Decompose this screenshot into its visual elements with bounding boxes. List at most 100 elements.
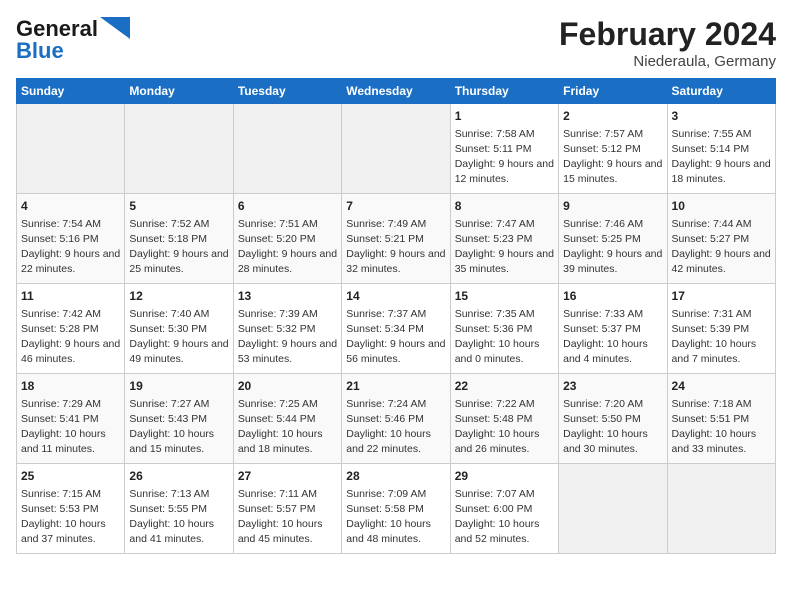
- cell-content: Sunrise: 7:58 AM Sunset: 5:11 PM Dayligh…: [455, 127, 554, 188]
- title-area: February 2024 Niederaula, Germany: [559, 16, 776, 70]
- calendar-row: 18 Sunrise: 7:29 AM Sunset: 5:41 PM Dayli…: [17, 374, 776, 464]
- calendar-header-row: SundayMondayTuesdayWednesdayThursdayFrid…: [17, 79, 776, 104]
- calendar-cell: 16 Sunrise: 7:33 AM Sunset: 5:37 PM Dayli…: [559, 284, 667, 374]
- calendar-cell: [233, 104, 341, 194]
- day-number: 2: [563, 108, 662, 125]
- calendar-row: 1Sunrise: 7:58 AM Sunset: 5:11 PM Daylig…: [17, 104, 776, 194]
- day-number: 25: [21, 468, 120, 485]
- day-number: 20: [238, 378, 337, 395]
- cell-content: Sunrise: 7:25 AM Sunset: 5:44 PM Dayligh…: [238, 397, 337, 458]
- calendar-cell: 2 Sunrise: 7:57 AM Sunset: 5:12 PM Daylig…: [559, 104, 667, 194]
- calendar-cell: 26 Sunrise: 7:13 AM Sunset: 5:55 PM Dayli…: [125, 464, 233, 554]
- calendar-cell: 19 Sunrise: 7:27 AM Sunset: 5:43 PM Dayli…: [125, 374, 233, 464]
- calendar-cell: 13 Sunrise: 7:39 AM Sunset: 5:32 PM Dayli…: [233, 284, 341, 374]
- cell-content: Sunrise: 7:35 AM Sunset: 5:36 PM Dayligh…: [455, 307, 554, 368]
- day-number: 18: [21, 378, 120, 395]
- calendar-cell: 8 Sunrise: 7:47 AM Sunset: 5:23 PM Daylig…: [450, 194, 558, 284]
- logo-arrow-icon: [100, 17, 130, 39]
- cell-content: Sunrise: 7:20 AM Sunset: 5:50 PM Dayligh…: [563, 397, 662, 458]
- day-number: 29: [455, 468, 554, 485]
- cell-content: Sunrise: 7:46 AM Sunset: 5:25 PM Dayligh…: [563, 217, 662, 278]
- calendar-cell: 20 Sunrise: 7:25 AM Sunset: 5:44 PM Dayli…: [233, 374, 341, 464]
- column-header-friday: Friday: [559, 79, 667, 104]
- cell-content: Sunrise: 7:55 AM Sunset: 5:14 PM Dayligh…: [672, 127, 771, 188]
- calendar-table: SundayMondayTuesdayWednesdayThursdayFrid…: [16, 78, 776, 554]
- day-number: 5: [129, 198, 228, 215]
- day-number: 15: [455, 288, 554, 305]
- cell-content: Sunrise: 7:29 AM Sunset: 5:41 PM Dayligh…: [21, 397, 120, 458]
- calendar-row: 25 Sunrise: 7:15 AM Sunset: 5:53 PM Dayli…: [17, 464, 776, 554]
- day-number: 16: [563, 288, 662, 305]
- page-title: February 2024: [559, 16, 776, 53]
- calendar-cell: 22Sunrise: 7:22 AM Sunset: 5:48 PM Dayli…: [450, 374, 558, 464]
- calendar-cell: 25 Sunrise: 7:15 AM Sunset: 5:53 PM Dayli…: [17, 464, 125, 554]
- day-number: 10: [672, 198, 771, 215]
- calendar-cell: 23 Sunrise: 7:20 AM Sunset: 5:50 PM Dayli…: [559, 374, 667, 464]
- cell-content: Sunrise: 7:15 AM Sunset: 5:53 PM Dayligh…: [21, 487, 120, 548]
- calendar-cell: 14Sunrise: 7:37 AM Sunset: 5:34 PM Dayli…: [342, 284, 450, 374]
- cell-content: Sunrise: 7:44 AM Sunset: 5:27 PM Dayligh…: [672, 217, 771, 278]
- day-number: 14: [346, 288, 445, 305]
- cell-content: Sunrise: 7:40 AM Sunset: 5:30 PM Dayligh…: [129, 307, 228, 368]
- column-header-saturday: Saturday: [667, 79, 775, 104]
- column-header-wednesday: Wednesday: [342, 79, 450, 104]
- calendar-cell: 9 Sunrise: 7:46 AM Sunset: 5:25 PM Daylig…: [559, 194, 667, 284]
- day-number: 21: [346, 378, 445, 395]
- cell-content: Sunrise: 7:33 AM Sunset: 5:37 PM Dayligh…: [563, 307, 662, 368]
- day-number: 27: [238, 468, 337, 485]
- calendar-cell: 6Sunrise: 7:51 AM Sunset: 5:20 PM Daylig…: [233, 194, 341, 284]
- day-number: 28: [346, 468, 445, 485]
- calendar-cell: 15 Sunrise: 7:35 AM Sunset: 5:36 PM Dayli…: [450, 284, 558, 374]
- cell-content: Sunrise: 7:27 AM Sunset: 5:43 PM Dayligh…: [129, 397, 228, 458]
- cell-content: Sunrise: 7:18 AM Sunset: 5:51 PM Dayligh…: [672, 397, 771, 458]
- cell-content: Sunrise: 7:47 AM Sunset: 5:23 PM Dayligh…: [455, 217, 554, 278]
- calendar-cell: 12 Sunrise: 7:40 AM Sunset: 5:30 PM Dayli…: [125, 284, 233, 374]
- day-number: 26: [129, 468, 228, 485]
- cell-content: Sunrise: 7:39 AM Sunset: 5:32 PM Dayligh…: [238, 307, 337, 368]
- cell-content: Sunrise: 7:42 AM Sunset: 5:28 PM Dayligh…: [21, 307, 120, 368]
- cell-content: Sunrise: 7:57 AM Sunset: 5:12 PM Dayligh…: [563, 127, 662, 188]
- calendar-cell: [17, 104, 125, 194]
- calendar-cell: 10 Sunrise: 7:44 AM Sunset: 5:27 PM Dayli…: [667, 194, 775, 284]
- day-number: 9: [563, 198, 662, 215]
- calendar-cell: 28 Sunrise: 7:09 AM Sunset: 5:58 PM Dayli…: [342, 464, 450, 554]
- column-header-sunday: Sunday: [17, 79, 125, 104]
- cell-content: Sunrise: 7:09 AM Sunset: 5:58 PM Dayligh…: [346, 487, 445, 548]
- calendar-cell: 11 Sunrise: 7:42 AM Sunset: 5:28 PM Dayli…: [17, 284, 125, 374]
- cell-content: Sunrise: 7:49 AM Sunset: 5:21 PM Dayligh…: [346, 217, 445, 278]
- calendar-cell: [559, 464, 667, 554]
- calendar-cell: 7 Sunrise: 7:49 AM Sunset: 5:21 PM Daylig…: [342, 194, 450, 284]
- day-number: 23: [563, 378, 662, 395]
- day-number: 7: [346, 198, 445, 215]
- day-number: 24: [672, 378, 771, 395]
- day-number: 6: [238, 198, 337, 215]
- cell-content: Sunrise: 7:54 AM Sunset: 5:16 PM Dayligh…: [21, 217, 120, 278]
- day-number: 8: [455, 198, 554, 215]
- day-number: 17: [672, 288, 771, 305]
- column-header-thursday: Thursday: [450, 79, 558, 104]
- calendar-cell: 18 Sunrise: 7:29 AM Sunset: 5:41 PM Dayli…: [17, 374, 125, 464]
- day-number: 4: [21, 198, 120, 215]
- calendar-cell: 5Sunrise: 7:52 AM Sunset: 5:18 PM Daylig…: [125, 194, 233, 284]
- page-subtitle: Niederaula, Germany: [559, 53, 776, 70]
- calendar-cell: 17 Sunrise: 7:31 AM Sunset: 5:39 PM Dayli…: [667, 284, 775, 374]
- calendar-cell: 21Sunrise: 7:24 AM Sunset: 5:46 PM Dayli…: [342, 374, 450, 464]
- calendar-cell: 24 Sunrise: 7:18 AM Sunset: 5:51 PM Dayli…: [667, 374, 775, 464]
- calendar-cell: [667, 464, 775, 554]
- day-number: 11: [21, 288, 120, 305]
- cell-content: Sunrise: 7:22 AM Sunset: 5:48 PM Dayligh…: [455, 397, 554, 458]
- calendar-cell: 4 Sunrise: 7:54 AM Sunset: 5:16 PM Daylig…: [17, 194, 125, 284]
- day-number: 19: [129, 378, 228, 395]
- calendar-cell: 27Sunrise: 7:11 AM Sunset: 5:57 PM Dayli…: [233, 464, 341, 554]
- column-header-tuesday: Tuesday: [233, 79, 341, 104]
- day-number: 12: [129, 288, 228, 305]
- cell-content: Sunrise: 7:07 AM Sunset: 6:00 PM Dayligh…: [455, 487, 554, 548]
- day-number: 3: [672, 108, 771, 125]
- calendar-row: 11 Sunrise: 7:42 AM Sunset: 5:28 PM Dayli…: [17, 284, 776, 374]
- day-number: 13: [238, 288, 337, 305]
- cell-content: Sunrise: 7:13 AM Sunset: 5:55 PM Dayligh…: [129, 487, 228, 548]
- calendar-cell: 1Sunrise: 7:58 AM Sunset: 5:11 PM Daylig…: [450, 104, 558, 194]
- calendar-cell: [342, 104, 450, 194]
- cell-content: Sunrise: 7:31 AM Sunset: 5:39 PM Dayligh…: [672, 307, 771, 368]
- logo-blue-text: Blue: [16, 38, 64, 64]
